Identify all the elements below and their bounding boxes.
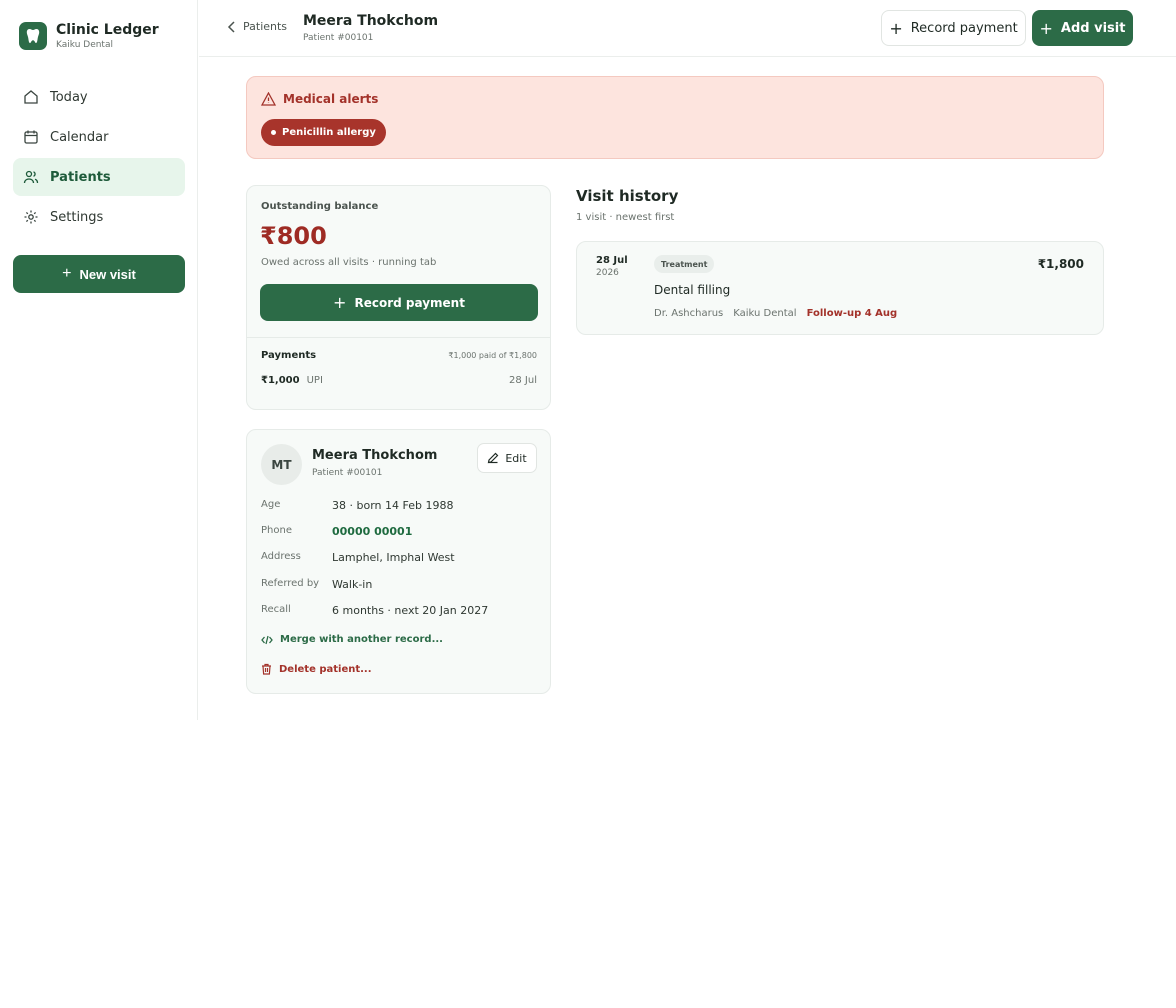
info-label: Address [261, 551, 301, 562]
patient-name: Meera Thokchom [303, 13, 439, 29]
tooth-logo-icon [19, 22, 47, 50]
code-merge-icon [261, 635, 273, 644]
info-value: 6 months · next 20 Jan 2027 [332, 604, 489, 617]
plus-icon: + [1039, 18, 1053, 38]
payment-row: ₹1,000 UPI 28 Jul [261, 375, 537, 386]
sidebar-item-label: Calendar [50, 129, 109, 145]
info-row-phone: Phone 00000 00001 [261, 525, 412, 538]
record-payment-button[interactable]: + Record payment [881, 10, 1026, 46]
brand[interactable]: Clinic Ledger Kaiku Dental [19, 22, 159, 50]
sidebar-item-settings[interactable]: Settings [13, 198, 185, 236]
visit-clinic: Kaiku Dental [733, 308, 797, 319]
info-label: Age [261, 499, 281, 510]
chevron-left-icon [227, 20, 235, 33]
delete-patient-link[interactable]: Delete patient... [261, 663, 372, 675]
balance-label: Outstanding balance [261, 201, 379, 212]
edit-button[interactable]: Edit [477, 443, 537, 473]
back-link[interactable]: Patients [227, 20, 287, 33]
gear-icon [24, 210, 38, 224]
back-label: Patients [243, 20, 288, 33]
app-title: Clinic Ledger [56, 22, 159, 38]
users-icon [23, 170, 39, 184]
sidebar: Clinic Ledger Kaiku Dental Today Calenda… [0, 0, 198, 720]
sidebar-item-patients[interactable]: Patients [13, 158, 185, 196]
edit-label: Edit [505, 451, 527, 465]
new-visit-button[interactable]: + New visit [13, 255, 185, 293]
home-icon [24, 90, 38, 104]
alert-pill[interactable]: Penicillin allergy [261, 119, 386, 146]
alerts-heading: Medical alerts [261, 92, 378, 106]
page-title: Meera Thokchom Patient #00101 [303, 13, 438, 43]
merge-label: Merge with another record... [280, 634, 443, 645]
sidebar-item-label: Settings [50, 209, 104, 225]
avatar: MT [261, 444, 302, 485]
alerts-title: Medical alerts [283, 92, 379, 106]
payments-summary: ₹1,000 paid of ₹1,800 [448, 351, 537, 360]
info-row-referred-by: Referred by Walk-in [261, 578, 372, 591]
balance-amount: ₹800 [260, 222, 327, 250]
alert-label: Penicillin allergy [282, 127, 376, 138]
balance-subtitle: Owed across all visits · running tab [261, 257, 437, 268]
visit-type-badge: Treatment [654, 255, 715, 273]
plus-icon: + [62, 265, 72, 282]
visit-follow-up: Follow-up 4 Aug [806, 308, 898, 319]
record-payment-label: Record payment [910, 20, 1018, 36]
payment-method: UPI [306, 375, 323, 386]
merge-record-link[interactable]: Merge with another record... [261, 634, 443, 645]
visit-history-subtitle: 1 visit · newest first [576, 212, 675, 223]
divider [247, 337, 550, 338]
sidebar-item-label: Patients [50, 169, 111, 185]
sidebar-nav: Today Calendar Patients Settings [13, 78, 185, 238]
pencil-icon [488, 452, 499, 464]
visit-history-title: Visit history [576, 187, 679, 205]
payment-amount: ₹1,000 [261, 375, 300, 386]
patient-card-name: Meera Thokchom [312, 448, 438, 463]
patient-id: Patient #00101 [303, 33, 374, 43]
visit-year: 2026 [596, 268, 619, 278]
page-header: Patients Meera Thokchom Patient #00101 +… [199, 0, 1176, 57]
patient-card-id: Patient #00101 [312, 468, 383, 478]
patient-card: MT Meera Thokchom Patient #00101 Edit Ag… [246, 429, 551, 694]
clinic-name: Kaiku Dental [56, 40, 113, 50]
visit-meta: Dr. Ashcharus Kaiku Dental Follow-up 4 A… [654, 308, 907, 319]
medical-alerts: Medical alerts Penicillin allergy [246, 76, 1104, 159]
payments-title: Payments [261, 350, 317, 361]
visit-doctor: Dr. Ashcharus [654, 308, 724, 319]
delete-label: Delete patient... [279, 663, 372, 675]
record-payment-label: Record payment [354, 295, 465, 310]
sidebar-item-today[interactable]: Today [13, 78, 185, 116]
info-label: Recall [261, 604, 291, 615]
payment-date: 28 Jul [509, 375, 537, 386]
info-label: Referred by [261, 578, 320, 589]
info-value: Lamphel, Imphal West [332, 551, 455, 564]
visit-card[interactable]: 28 Jul 2026 Treatment Dental filling Dr.… [576, 241, 1104, 335]
plus-icon: + [889, 18, 903, 38]
sidebar-item-calendar[interactable]: Calendar [13, 118, 185, 156]
add-visit-label: Add visit [1060, 20, 1126, 36]
balance-card: Outstanding balance ₹800 Owed across all… [246, 185, 551, 410]
record-payment-card-button[interactable]: + Record payment [260, 284, 538, 321]
new-visit-label: New visit [79, 266, 136, 282]
info-row-recall: Recall 6 months · next 20 Jan 2027 [261, 604, 488, 617]
visit-date: 28 Jul [596, 255, 628, 266]
warning-icon [261, 92, 276, 106]
info-row-age: Age 38 · born 14 Feb 1988 [261, 499, 453, 512]
plus-icon: + [333, 293, 347, 312]
sidebar-item-label: Today [50, 89, 88, 105]
info-value: 38 · born 14 Feb 1988 [332, 499, 454, 512]
trash-icon [262, 663, 271, 675]
add-visit-button[interactable]: + Add visit [1032, 10, 1133, 46]
phone-link[interactable]: 00000 00001 [332, 525, 412, 538]
visit-description: Dental filling [654, 283, 731, 297]
dot-icon [271, 130, 276, 135]
info-value: Walk-in [332, 578, 373, 591]
info-row-address: Address Lamphel, Imphal West [261, 551, 455, 564]
info-label: Phone [261, 525, 292, 536]
visit-amount: ₹1,800 [1037, 257, 1084, 271]
calendar-icon [24, 130, 38, 144]
